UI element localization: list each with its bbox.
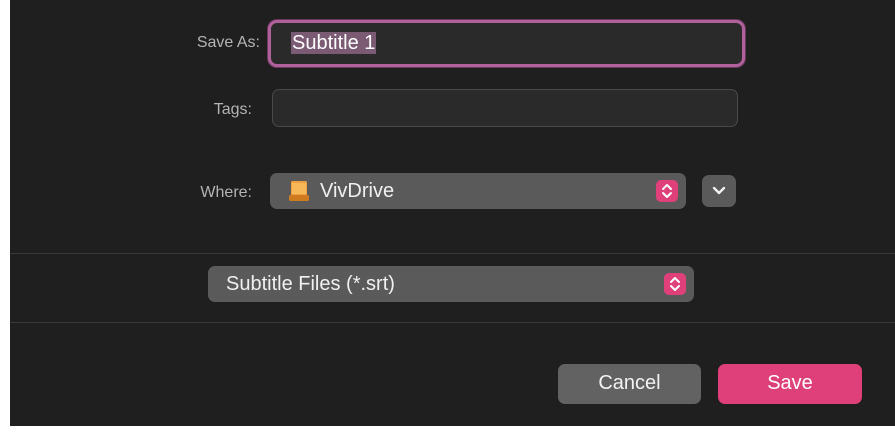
chevron-down-icon [712, 186, 726, 195]
save-as-value: Subtitle 1 [291, 32, 377, 54]
divider-top [10, 253, 895, 254]
tags-input[interactable] [272, 89, 738, 127]
save-button[interactable]: Save [718, 364, 862, 404]
where-stepper-icon [656, 180, 678, 202]
file-format-value: Subtitle Files (*.srt) [226, 273, 395, 295]
file-format-popup[interactable]: Subtitle Files (*.srt) [208, 266, 694, 302]
where-label: Where: [200, 184, 252, 201]
divider-bottom [10, 322, 895, 323]
external-drive-icon [289, 181, 309, 201]
save-dialog: Save As: Subtitle 1 Tags: Where: VivDriv… [10, 0, 895, 426]
expand-dialog-button[interactable] [702, 175, 736, 207]
save-as-input[interactable]: Subtitle 1 [268, 20, 745, 67]
cancel-button[interactable]: Cancel [558, 364, 701, 404]
format-stepper-icon [664, 273, 686, 295]
where-popup[interactable]: VivDrive [270, 173, 686, 209]
tags-label: Tags: [213, 101, 252, 118]
where-popup-value: VivDrive [320, 180, 395, 202]
save-as-label: Save As: [196, 34, 260, 51]
